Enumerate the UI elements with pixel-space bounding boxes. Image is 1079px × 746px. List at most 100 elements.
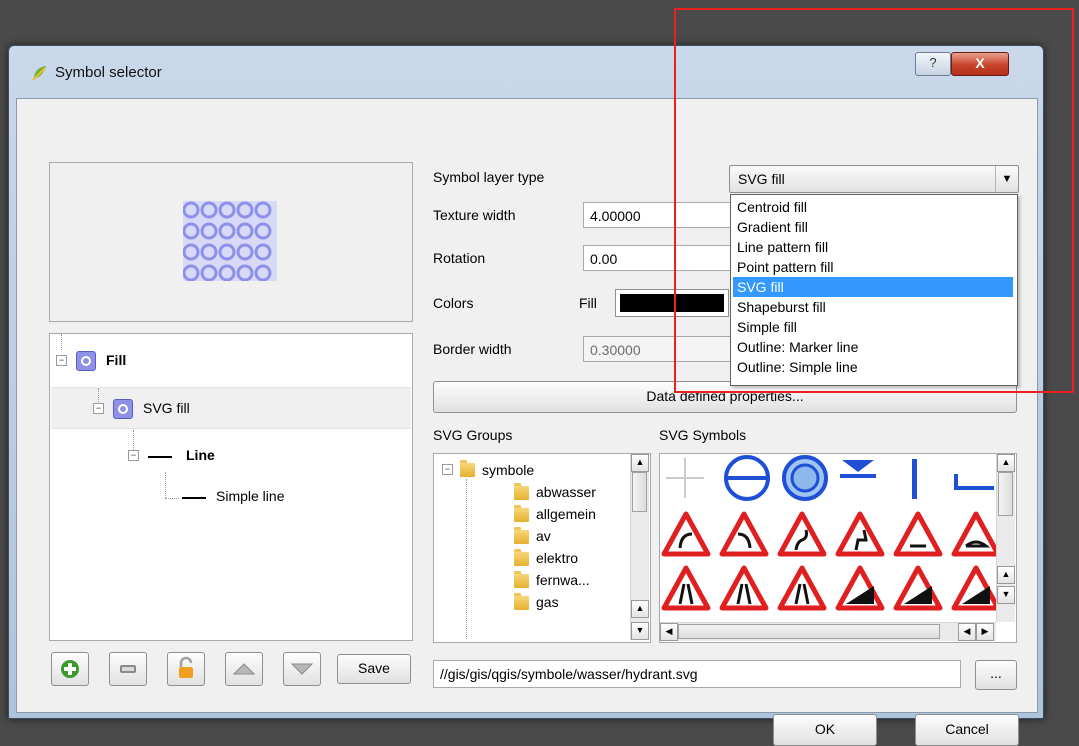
scroll-up-icon[interactable]: ▲ — [631, 454, 649, 472]
scroll-up-icon[interactable]: ▲ — [631, 600, 649, 618]
tree-item-label: Simple line — [216, 488, 285, 504]
option-simple-fill[interactable]: Simple fill — [733, 317, 1013, 337]
title-bar: Symbol selector ? X — [9, 46, 1043, 98]
line-symbol-icon — [148, 456, 172, 458]
tree-guide — [466, 479, 467, 639]
svg-symbols-label: SVG Symbols — [659, 427, 747, 443]
chevron-down-icon[interactable]: ▼ — [995, 166, 1018, 192]
scroll-down-icon[interactable]: ▼ — [631, 622, 649, 640]
scroll-left-icon[interactable]: ◀ — [958, 623, 976, 641]
scroll-right-icon[interactable]: ▶ — [976, 623, 994, 641]
svg-symbols-grid[interactable]: ▲ ▲ ▼ ◀ ◀ ▶ — [659, 453, 1017, 643]
option-gradient-fill[interactable]: Gradient fill — [733, 217, 1013, 237]
tree-guide — [133, 430, 134, 450]
remove-layer-button[interactable] — [109, 652, 147, 686]
hydrant-symbol-icon — [782, 455, 828, 501]
texture-width-field[interactable]: 4.00000 — [583, 202, 731, 228]
rotation-field[interactable]: 0.00 — [583, 245, 731, 271]
folder-icon — [514, 549, 529, 566]
svg-group-item[interactable]: elektro — [536, 550, 578, 566]
tree-item-simple-line[interactable]: Simple line — [50, 472, 410, 524]
lock-layer-button[interactable] — [167, 652, 205, 686]
scroll-up-icon[interactable]: ▲ — [997, 454, 1015, 472]
svg-path-field[interactable]: //gis/gis/qgis/symbole/wasser/hydrant.sv… — [433, 660, 961, 688]
add-layer-button[interactable] — [51, 652, 89, 686]
move-down-button[interactable] — [283, 652, 321, 686]
lock-icon — [179, 656, 193, 678]
tree-item-fill[interactable]: − Fill — [50, 340, 410, 380]
option-line-pattern-fill[interactable]: Line pattern fill — [733, 237, 1013, 257]
qgis-app-icon — [32, 66, 46, 81]
scroll-up-icon[interactable]: ▲ — [997, 566, 1015, 584]
move-down-icon — [290, 663, 314, 675]
remove-layer-icon — [120, 665, 136, 673]
svg-group-item[interactable]: fernwa... — [536, 572, 590, 588]
tree-item-line[interactable]: − Line — [50, 430, 410, 480]
tree-guide — [165, 472, 166, 498]
border-width-field[interactable]: 0.30000 — [583, 336, 731, 362]
tree-item-label: Fill — [106, 352, 127, 368]
scroll-thumb[interactable] — [678, 624, 940, 639]
cancel-button[interactable]: Cancel — [915, 714, 1019, 746]
scroll-thumb[interactable] — [632, 472, 647, 512]
svg-symbols-horizontal-scrollbar[interactable]: ◀ ◀ ▶ — [660, 622, 996, 641]
svg-fill-preview-image — [183, 201, 277, 281]
collapse-icon[interactable]: − — [93, 403, 104, 414]
symbol-layer-type-combo[interactable]: SVG fill ▼ — [729, 165, 1019, 193]
tree-item-label: Line — [186, 447, 215, 463]
fill-symbol-icon — [76, 351, 96, 371]
corner-line-symbol-icon — [954, 474, 994, 490]
symbol-selector-dialog: Symbol selector ? X − Fill − SVG fill − … — [8, 45, 1044, 746]
circle-bar-symbol-icon — [724, 455, 770, 501]
svg-group-item[interactable]: allgemein — [536, 506, 596, 522]
svg-group-item[interactable]: abwasser — [536, 484, 596, 500]
svg-groups-tree[interactable]: − symbole abwasser allgemein av elektro … — [433, 453, 651, 643]
save-button[interactable]: Save — [337, 654, 411, 684]
valve-symbol-icon — [840, 460, 876, 478]
symbol-layer-type-label: Symbol layer type — [433, 169, 545, 185]
folder-icon — [514, 571, 529, 588]
scroll-down-icon[interactable]: ▼ — [997, 586, 1015, 604]
option-shapeburst-fill[interactable]: Shapeburst fill — [733, 297, 1013, 317]
folder-icon — [514, 483, 529, 500]
rotation-label: Rotation — [433, 250, 486, 266]
option-point-pattern-fill[interactable]: Point pattern fill — [733, 257, 1013, 277]
svg-groups-scrollbar[interactable]: ▲ ▲ ▼ — [630, 454, 649, 640]
svg-group-item[interactable]: gas — [536, 594, 559, 610]
tree-item-svg-fill[interactable]: − SVG fill — [51, 387, 411, 429]
option-centroid-fill[interactable]: Centroid fill — [733, 197, 1013, 217]
collapse-icon[interactable]: − — [128, 450, 139, 461]
symbol-layer-tree[interactable]: − Fill − SVG fill − Line Simple line — [49, 333, 413, 641]
fill-color-button[interactable] — [615, 289, 729, 317]
option-svg-fill[interactable]: SVG fill — [733, 277, 1013, 297]
symbol-preview — [49, 162, 413, 322]
svg-symbol-thumbnails[interactable] — [660, 454, 996, 622]
svg-symbols-vertical-scrollbar[interactable]: ▲ ▲ ▼ — [996, 454, 1015, 622]
scroll-left-icon[interactable]: ◀ — [660, 623, 678, 641]
add-layer-icon — [61, 660, 79, 678]
option-outline-simple-line[interactable]: Outline: Simple line — [733, 357, 1013, 377]
folder-icon — [514, 527, 529, 544]
browse-button[interactable]: ... — [975, 660, 1017, 690]
line-symbol-icon — [182, 497, 206, 499]
move-up-icon — [232, 663, 256, 675]
close-button[interactable]: X — [951, 52, 1009, 76]
ok-button[interactable]: OK — [773, 714, 877, 746]
folder-icon — [514, 593, 529, 610]
move-up-button[interactable] — [225, 652, 263, 686]
dialog-client-area: − Fill − SVG fill − Line Simple line Sav… — [16, 98, 1038, 746]
colors-label: Colors — [433, 295, 474, 311]
combo-value: SVG fill — [738, 171, 785, 187]
help-button[interactable]: ? — [915, 52, 951, 76]
svg-group-root[interactable]: symbole — [482, 462, 534, 478]
layer-type-dropdown-list[interactable]: Centroid fill Gradient fill Line pattern… — [730, 194, 1018, 386]
tree-item-label: SVG fill — [143, 400, 190, 416]
collapse-icon[interactable]: − — [56, 355, 67, 366]
svg-fill-symbol-icon — [113, 399, 133, 419]
option-outline-marker-line[interactable]: Outline: Marker line — [733, 337, 1013, 357]
fill-color-label: Fill — [579, 295, 597, 311]
collapse-icon[interactable]: − — [442, 464, 453, 475]
svg-group-item[interactable]: av — [536, 528, 551, 544]
scroll-thumb[interactable] — [998, 472, 1013, 516]
texture-width-label: Texture width — [433, 207, 516, 223]
